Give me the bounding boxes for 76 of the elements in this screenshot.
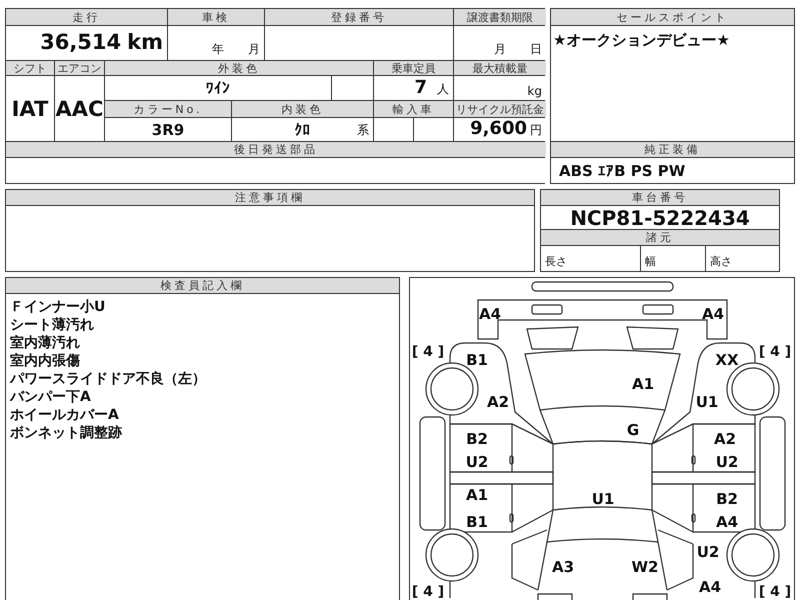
sales-point-text: ★オークションデビュー★ [551,26,794,141]
damage-code: A3 [552,558,574,576]
column-header: 乗車定員 [374,61,453,75]
damage-code: U1 [592,490,614,508]
exterior-color-value: ﾜｲﾝ [105,76,331,100]
column-header: エアコン [55,61,104,75]
damage-code: W2 [632,558,658,576]
column-header: 輸入車 [374,101,453,117]
capacity-value: 7 [414,77,427,98]
column-header: 検査員記入欄 [6,278,399,293]
column-header: 登録番号 [265,9,453,25]
month-unit: 月 [494,41,506,58]
column-header: カラーNo. [105,101,231,117]
damage-code: G [626,421,640,439]
interior-color-value: ｸﾛ [294,120,310,138]
column-header: 純正装備 [551,142,794,157]
tire-grade: [ 4 ] [758,344,792,360]
column-header: 後日発送部品 [6,142,546,157]
spec-field: 高さ [706,246,779,271]
recycle-fee-unit: 円 [530,122,542,139]
mileage-unit: km [127,30,163,54]
tire-grade: [ 4 ] [412,584,444,600]
damage-code: A4 [698,578,722,596]
mileage-value: 36,514 [40,30,122,54]
damage-code: A2 [486,393,510,411]
spec-field: 幅 [641,246,705,271]
damage-code: A2 [714,430,736,448]
damage-code: A1 [466,486,488,504]
color-suffix: 系 [357,122,369,139]
tire-grade: [ 4 ] [758,584,792,600]
column-header: 走行 [6,9,167,25]
column-header: 諸元 [541,230,779,245]
day-unit: 日 [530,41,542,58]
column-header: 内装色 [232,101,373,117]
year-unit: 年 [212,41,224,58]
column-header: リサイクル預託金 [454,101,546,117]
damage-code: U2 [466,453,488,471]
equipment-list: ABS ｴｱB PS PW [551,158,794,183]
column-header: 外装色 [105,61,373,75]
month-unit: 月 [248,41,260,58]
damage-code: U1 [696,393,718,411]
damage-code: XX [715,351,739,369]
recycle-fee-value: 9,600 [470,118,527,139]
color-number-value: 3R9 [105,118,231,141]
damage-code: B1 [466,351,488,369]
inspector-note: 室内内張傷 [10,352,81,370]
damage-code: A4 [478,305,502,323]
chassis-number: NCP81-5222434 [541,206,779,229]
column-header: シフト [6,61,54,75]
capacity-unit: 人 [437,81,449,98]
column-header: 車検 [168,9,264,25]
column-header: 注意事項欄 [6,190,534,205]
inspector-note: バンパー下A [10,388,92,406]
inspector-note: ボンネット調整跡 [10,424,123,442]
spec-field: 長さ [541,246,640,271]
damage-code: U2 [716,453,738,471]
damage-code: B2 [716,490,738,508]
damage-code: A4 [716,513,738,531]
inspector-note: Ｆインナー小U [10,298,106,316]
column-header: 譲渡書類期限 [454,9,546,25]
inspector-note: ホイールカバーA [10,406,120,424]
inspector-note: シート薄汚れ [10,316,95,334]
aircon-value: AAC [55,76,104,141]
shift-value: IAT [6,76,54,141]
column-header: 車台番号 [541,190,779,205]
damage-code: B2 [466,430,488,448]
tire-grade: [ 4 ] [412,344,444,360]
inspector-note: 室内薄汚れ [10,334,81,352]
max-load-unit: kg [454,76,546,100]
column-header: 最大積載量 [454,61,546,75]
column-header: セールスポイント [551,9,794,25]
damage-code: A1 [632,375,654,393]
inspector-note: パワースライドドア不良（左） [10,370,207,388]
damage-code: U2 [696,543,720,561]
damage-code: A4 [702,305,724,323]
damage-code: B1 [466,513,488,531]
